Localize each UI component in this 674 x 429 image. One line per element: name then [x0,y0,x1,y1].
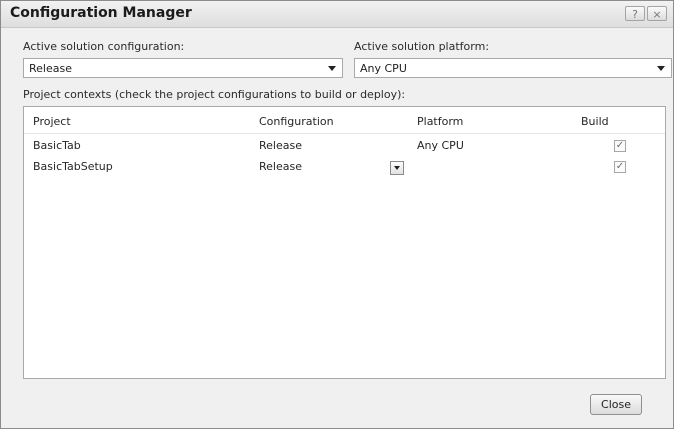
chevron-down-icon [394,166,400,170]
chevron-down-icon [657,66,665,71]
active-solution-platform-value: Any CPU [360,62,407,75]
close-button[interactable]: Close [590,394,642,415]
project-contexts-grid: Project Configuration Platform Build Bas… [23,106,666,379]
build-checkbox[interactable]: ✓ [614,161,626,173]
active-solution-platform-dropdown[interactable]: Any CPU [354,58,672,78]
build-checkbox[interactable]: ✓ [614,140,626,152]
column-header-build[interactable]: Build [581,115,609,128]
checkmark-icon: ✓ [615,140,625,151]
configuration-dropdown-button[interactable] [390,161,404,175]
help-icon: ? [632,8,638,21]
chevron-down-icon [328,66,336,71]
window-close-button[interactable]: × [647,6,667,21]
row-project-name: BasicTab [33,139,81,152]
row-platform[interactable]: Any CPU [417,139,464,152]
row-project-name: BasicTabSetup [33,160,113,173]
close-icon: × [652,8,662,21]
project-contexts-label: Project contexts (check the project conf… [23,88,406,101]
window-title: Configuration Manager [10,5,192,21]
header-divider [24,133,665,134]
active-solution-configuration-dropdown[interactable]: Release [23,58,343,78]
column-header-project[interactable]: Project [33,115,71,128]
column-header-platform[interactable]: Platform [417,115,463,128]
active-solution-platform-label: Active solution platform: [354,40,490,53]
title-bar: Configuration Manager ? × [1,1,673,28]
active-solution-configuration-value: Release [29,62,72,75]
row-configuration[interactable]: Release [259,160,302,173]
column-header-configuration[interactable]: Configuration [259,115,334,128]
active-solution-configuration-label: Active solution configuration: [23,40,185,53]
help-button[interactable]: ? [625,6,645,21]
configuration-manager-window: Configuration Manager ? × Active solutio… [0,0,674,429]
checkmark-icon: ✓ [615,161,625,172]
row-configuration[interactable]: Release [259,139,302,152]
